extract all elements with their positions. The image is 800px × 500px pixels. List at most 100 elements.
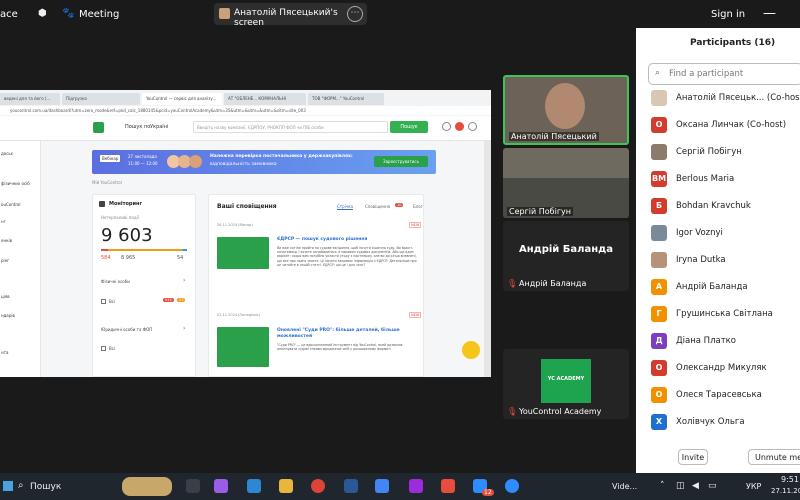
video-tile-off[interactable]: Андрій Баланда 🎙 Андрій Баланда [503,221,629,291]
copilot-icon[interactable] [214,479,228,493]
all-label[interactable]: Всі [109,299,115,304]
chat-bubble-icon[interactable] [462,341,480,359]
sidebar-item[interactable]: нта [1,350,8,355]
participant-row[interactable]: BM Berlous Maria [651,171,800,191]
participant-row[interactable]: Сергій Побігун [651,144,800,164]
chevron-up-icon[interactable]: ˄ [660,481,665,491]
participant-avatar: BM [651,171,667,187]
sidebar-item[interactable]: нг [1,219,6,224]
register-button[interactable]: Зареєструватись [374,156,428,167]
sidebar-item[interactable]: досьє [1,151,13,156]
breadcrumb[interactable]: Мій YouControl [92,180,122,185]
news-title[interactable]: Оновлені "Суди PRO": більше деталей, біл… [277,328,417,340]
participant-row[interactable]: О Олександр Микуляк [651,360,800,380]
video-tile-active-speaker[interactable]: Анатолій Пясецький [503,75,629,145]
sidebar-item[interactable]: фізичних осіб [1,181,30,186]
individuals-label[interactable]: Фізичні особи [101,279,130,284]
browser-tab[interactable]: ведені для та його (... [0,93,60,105]
legal-entities-label[interactable]: Юридичні особи та ФОП [101,327,152,332]
sidebar-item[interactable]: ціяв [1,294,10,299]
clock-date[interactable]: 27.11.20 [771,487,800,495]
taskbar-search[interactable]: Пошук [30,482,61,492]
widget-image[interactable] [122,477,172,496]
word-icon[interactable] [344,479,358,493]
user-avatar[interactable] [468,122,477,131]
video-app-label[interactable]: Vide... [612,482,637,491]
meeting-label[interactable]: Meeting [79,9,119,20]
tab-blog[interactable]: Блог [413,204,423,209]
participant-row[interactable]: Г Грушинська Світлана [651,306,800,326]
chevron-right-icon[interactable]: › [183,325,185,332]
app-icon[interactable] [441,479,455,493]
stage-top-padding [0,28,497,90]
sign-in-button[interactable]: Sign in [711,9,745,20]
chevron-right-icon[interactable]: › [183,277,185,284]
search-country[interactable]: Україні [150,124,168,130]
more-options-icon[interactable]: ⋯ [347,6,363,22]
participant-row[interactable]: Д Діана Платко [651,333,800,353]
home-icon[interactable] [93,122,104,133]
participant-search-input[interactable]: Find a participant [669,69,743,79]
tab-notifications[interactable]: Сповіщення [365,204,390,209]
volume-icon[interactable]: ◀ [692,481,699,491]
sidebar-item[interactable]: енків [1,238,12,243]
invite-button[interactable]: Invite [678,449,708,465]
participant-row[interactable]: Igor Voznyi [651,225,800,245]
video-tile[interactable]: Сергій Побігун [503,148,629,218]
sidebar-item[interactable]: ouControl [1,202,20,207]
file-explorer-icon[interactable] [279,479,293,493]
battery-icon[interactable]: ▭ [708,481,717,491]
tab-feed[interactable]: Стрічка [337,204,354,210]
scrollbar[interactable] [484,141,491,377]
address-bar[interactable]: youcontrol.com.ua/dashboard/?utm=zero_mo… [0,106,491,115]
zoom-meetings-icon[interactable] [505,479,519,493]
participant-name: Bohdan Kravchuk [676,201,751,211]
notifications-icon[interactable] [455,122,464,131]
zoom-badge: 12 [482,489,494,496]
news-thumbnail[interactable] [217,327,269,367]
task-view-icon[interactable] [186,479,200,493]
webinar-banner[interactable]: Вебінар 27 листопада 11:00 — 12:00 Належ… [92,150,436,174]
count-badge: 23 [177,298,186,302]
edge-icon[interactable] [247,479,261,493]
unmute-button[interactable]: Unmute me [748,449,800,465]
google-docs-icon[interactable] [375,479,389,493]
browser-tab[interactable]: Підгрузка [62,93,140,105]
participant-row[interactable]: О Олеся Тарасевська [651,387,800,407]
participant-row[interactable]: О Оксана Линчак (Co-host) [651,117,800,137]
chrome-icon[interactable] [311,479,325,493]
news-body: "Суди PRO" — це вдосконалений інструмент… [277,343,403,352]
app-icon[interactable] [409,479,423,493]
shield-icon[interactable]: ⬢ [38,8,47,19]
clock-time[interactable]: 9:51 [781,475,799,484]
all-label[interactable]: Всі [109,346,115,351]
participant-avatar [651,252,667,268]
browser-tab[interactable]: АТ "ОБЛЕНЕ... КОМУНАЛЬНІ [224,93,306,105]
search-icon[interactable]: ⌕ [18,480,24,491]
participant-row[interactable]: Х Холівчук Ольга [651,414,800,434]
participant-row[interactable]: А Андрій Баланда [651,279,800,299]
participant-name: Анатолій Пясецьк... (Co-host) [676,93,800,103]
windows-start-icon[interactable] [3,481,13,491]
minimize-icon[interactable]: — [763,6,776,21]
sidebar-item[interactable]: ндерів [1,313,15,318]
browser-tab[interactable]: ТОВ "ФОРМ..." YouControl [308,93,384,105]
participant-search[interactable]: ⌕ Find a participant [648,63,800,85]
participant-avatar: Г [651,306,667,322]
browser-tab-active[interactable]: YouControl — сервіс для аналізу... [142,93,222,105]
news-title[interactable]: ЄДРСР — пошук судового рішення [277,237,367,242]
participant-row[interactable]: Б Bohdan Kravchuk [651,198,800,218]
monitoring-right-count: 54 [177,255,184,261]
language-indicator[interactable]: УКР [746,482,761,491]
news-thumbnail[interactable] [217,237,269,269]
company-search-input[interactable]: Введіть назву компанії, ЄДРПОУ, РНОКПП Ф… [193,121,388,133]
screen-share-indicator[interactable]: Анатолій Пясецький's screen ⋯ [214,3,367,28]
video-tile[interactable]: YC ACADEMY 🎙 YouControl Academy [503,349,629,419]
search-button[interactable]: Пошук [390,121,428,133]
participant-row[interactable]: Iryna Dutka [651,252,800,272]
network-icon[interactable]: ◫ [676,481,685,491]
participant-row[interactable]: Анатолій Пясецьк... (Co-host) [651,90,800,110]
help-icon[interactable] [442,122,451,131]
participant-name: Igor Voznyi [676,228,723,238]
sidebar-item[interactable]: рінг [1,258,9,263]
